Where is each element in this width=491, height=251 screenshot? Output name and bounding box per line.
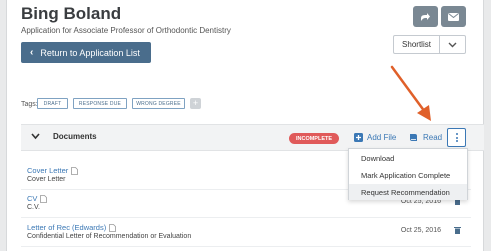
file-icon <box>109 223 117 232</box>
shortlist-button[interactable]: Shortlist <box>393 35 440 54</box>
status-badge: INCOMPLETE <box>289 133 339 144</box>
more-actions-menu: Download Mark Application Complete Reque… <box>348 148 468 200</box>
shortlist-dropdown-toggle[interactable] <box>440 35 466 54</box>
more-actions-button[interactable] <box>447 128 466 147</box>
vertical-ellipsis-icon <box>455 133 458 135</box>
collapse-chevron-icon[interactable] <box>31 133 40 140</box>
tags-label: Tags: <box>21 101 38 108</box>
trash-icon[interactable] <box>454 226 461 234</box>
documents-header: Documents INCOMPLETE Add File Read <box>21 124 484 151</box>
documents-title: Documents <box>53 132 97 141</box>
read-button[interactable]: Read <box>409 133 442 142</box>
document-title: Cover Letter <box>27 166 69 175</box>
chevron-left-icon: ‹ <box>30 47 34 58</box>
add-file-button[interactable]: Add File <box>354 133 396 142</box>
applicant-name: Bing Boland <box>21 4 122 23</box>
document-type: C.V. <box>27 204 40 211</box>
tag-response-due[interactable]: RESPONSE DUE <box>73 98 127 109</box>
return-to-list-button[interactable]: ‹ Return to Application List <box>21 42 151 63</box>
document-link[interactable]: Cover Letter <box>27 166 79 175</box>
document-title: Letter of Rec (Edwards) <box>27 223 107 232</box>
menu-item-request-recommendation[interactable]: Request Recommendation <box>349 184 467 200</box>
document-link[interactable]: Letter of Rec (Edwards) <box>27 223 117 232</box>
document-row: Letter of Rec (Edwards) Confidential Let… <box>21 221 471 247</box>
read-label: Read <box>423 133 443 142</box>
document-link[interactable]: CV <box>27 194 48 203</box>
ellipsis-dot <box>455 136 458 139</box>
plus-square-icon <box>354 133 363 142</box>
chevron-down-icon <box>448 42 457 47</box>
tag-wrong-degree[interactable]: WRONG DEGREE <box>132 98 185 109</box>
document-type: Cover Letter <box>27 176 66 183</box>
book-icon <box>410 134 417 141</box>
tag-draft[interactable]: DRAFT <box>37 98 68 109</box>
file-icon <box>40 194 48 203</box>
return-button-label: Return to Application List <box>40 47 140 58</box>
menu-item-mark-complete[interactable]: Mark Application Complete <box>349 167 467 183</box>
document-type: Confidential Letter of Recommendation or… <box>27 233 192 240</box>
ellipsis-dot <box>455 140 458 142</box>
position-subtitle: Application for Associate Professor of O… <box>21 26 231 35</box>
email-button[interactable] <box>441 6 466 27</box>
document-title: CV <box>27 194 38 203</box>
share-arrow-icon <box>421 12 430 21</box>
add-file-label: Add File <box>367 133 397 142</box>
menu-item-download[interactable]: Download <box>349 150 467 166</box>
file-icon <box>71 166 79 175</box>
application-panel: Bing Boland Application for Associate Pr… <box>6 0 484 251</box>
add-tag-button[interactable]: + <box>190 98 201 109</box>
annotation-arrow <box>390 65 431 121</box>
share-button[interactable] <box>413 6 438 27</box>
envelope-icon <box>448 12 459 21</box>
document-date: Oct 25, 2016 <box>400 227 441 234</box>
